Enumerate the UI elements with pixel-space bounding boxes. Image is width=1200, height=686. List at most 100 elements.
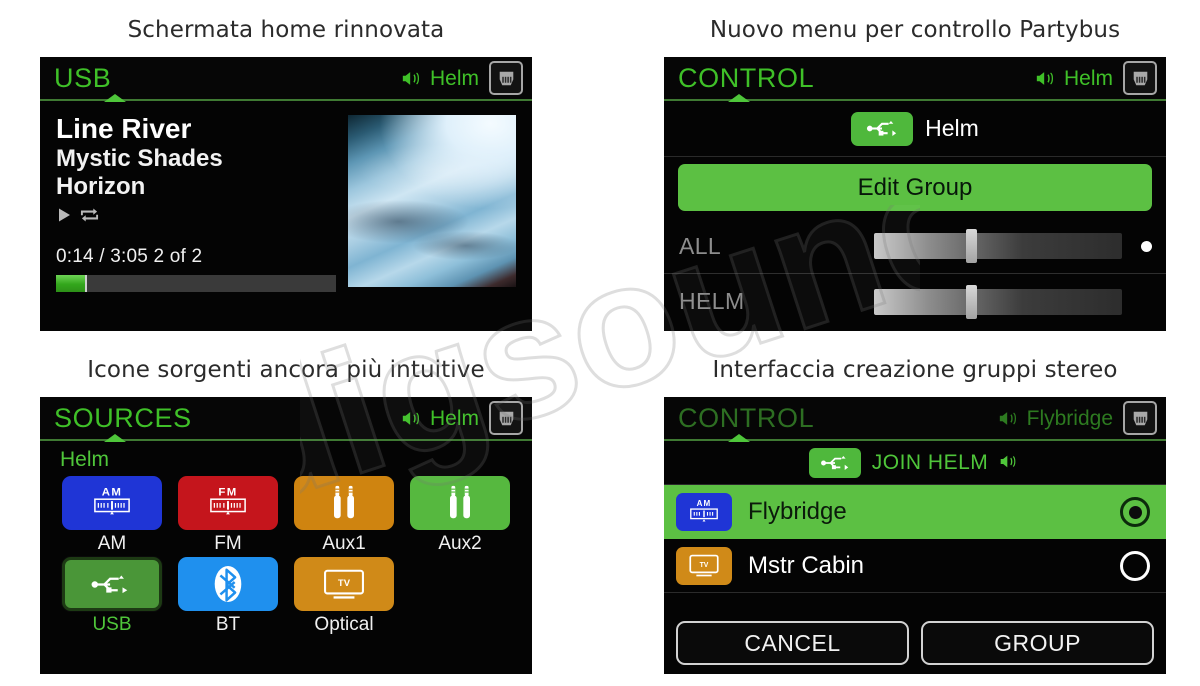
speaker-icon — [401, 70, 423, 87]
svg-text:AM: AM — [102, 486, 123, 498]
speaker-icon — [998, 410, 1020, 427]
aux-jack-icon — [294, 476, 394, 530]
radio-button-selected[interactable] — [1120, 497, 1150, 527]
source-label-fm: FM — [214, 533, 242, 554]
sources-header-bar: SOURCES Helm — [40, 397, 532, 442]
sources-grid: AM AM FM FM Aux1 Aux2 USB ® BT TV Optica… — [40, 476, 532, 636]
edit-group-wrap: Edit Group — [664, 157, 1166, 219]
aux-jack-icon — [410, 476, 510, 530]
sources-body: Helm AM AM FM FM Aux1 Aux2 USB ® BT TV O… — [40, 441, 532, 672]
cancel-button[interactable]: CANCEL — [676, 621, 909, 665]
album-artwork — [348, 115, 516, 287]
now-playing-body: Line River Mystic Shades Horizon 0:14 / … — [40, 101, 532, 331]
control-header-title: CONTROL — [678, 62, 815, 93]
svg-text:TV: TV — [338, 578, 351, 589]
join-helm-row[interactable]: JOIN HELM — [664, 441, 1166, 485]
rj45-icon[interactable] — [489, 61, 523, 95]
usb-header-bar: USB Helm — [40, 57, 532, 102]
source-label-usb: USB — [92, 614, 132, 635]
volume-slider-handle[interactable] — [965, 284, 977, 319]
volume-slider-helm[interactable] — [874, 284, 1122, 319]
join-helm-label: JOIN HELM — [871, 450, 989, 474]
source-item-bt[interactable]: ® BT — [170, 557, 286, 636]
control-header-zone: Helm — [1063, 66, 1113, 90]
am-radio-icon: AM — [62, 476, 162, 530]
caption-top-right: Nuovo menu per controllo Partybus — [709, 17, 1121, 43]
control-body: Helm Edit Group ALL HELM — [664, 101, 1166, 329]
page-root: Schermata home rinnovata Nuovo menu per … — [0, 0, 1200, 686]
caption-bottom-right: Interfaccia creazione gruppi stereo — [712, 357, 1118, 383]
source-item-am[interactable]: AM AM — [54, 476, 170, 555]
control-header-right: Helm — [1035, 61, 1166, 95]
sources-header-zone: Helm — [429, 406, 479, 430]
track-album: Horizon — [56, 173, 146, 201]
stereo-group-screen: CONTROL Flybridge JOIN HELM AM Flybridge… — [664, 397, 1166, 674]
group-zone-label: Flybridge — [748, 498, 847, 525]
source-label-aux1: Aux1 — [322, 533, 366, 554]
radio-dot — [1128, 505, 1142, 519]
header-caret-indicator — [104, 434, 126, 442]
rj45-icon[interactable] — [489, 401, 523, 435]
group-header-zone: Flybridge — [1026, 406, 1113, 430]
svg-text:AM: AM — [697, 499, 712, 508]
play-icon — [56, 207, 72, 223]
sources-header-right: Helm — [401, 401, 532, 435]
am-radio-icon: AM — [676, 493, 732, 531]
group-header-bar: CONTROL Flybridge — [664, 397, 1166, 442]
source-label-bt: BT — [215, 614, 241, 635]
rj45-icon[interactable] — [1123, 401, 1157, 435]
source-item-fm[interactable]: FM FM — [170, 476, 286, 555]
fm-radio-icon: FM — [178, 476, 278, 530]
edit-group-button[interactable]: Edit Group — [678, 164, 1152, 211]
control-source-row[interactable]: Helm — [664, 101, 1166, 157]
svg-text:TV: TV — [700, 562, 709, 569]
volume-label-helm: HELM — [679, 288, 745, 314]
control-partybus-screen: CONTROL Helm Helm Edit Group ALL HELM — [664, 57, 1166, 331]
usb-now-playing-screen: USB Helm Line River Mystic Shades Horizo… — [40, 57, 532, 331]
group-header-right: Flybridge — [998, 401, 1166, 435]
tv-icon: TV — [676, 546, 732, 585]
control-source-label: Helm — [925, 115, 979, 141]
track-artist: Mystic Shades — [56, 145, 223, 173]
group-zone-label: Mstr Cabin — [748, 551, 865, 579]
source-item-usb[interactable]: USB — [54, 557, 170, 636]
caption-top-left: Schermata home rinnovata — [127, 17, 445, 43]
usb-header-zone: Helm — [429, 66, 479, 90]
group-actions: CANCEL GROUP — [664, 614, 1166, 672]
source-label-optical: Optical — [314, 614, 374, 635]
control-header-bar: CONTROL Helm — [664, 57, 1166, 102]
group-zone-flybridge[interactable]: AM Flybridge — [664, 485, 1166, 539]
header-caret-indicator — [728, 434, 750, 442]
now-playing-text: Line River Mystic Shades Horizon 0:14 / … — [56, 113, 340, 331]
source-label-aux2: Aux2 — [438, 533, 482, 554]
sources-zone-label: Helm — [60, 448, 110, 471]
progress-bar-fill — [56, 275, 87, 293]
group-body: JOIN HELM AM Flybridge TV Mstr Cabin CAN… — [664, 441, 1166, 672]
volume-slider-all[interactable] — [874, 229, 1122, 263]
caption-bottom-left: Icone sorgenti ancora più intuitive — [87, 357, 485, 383]
rj45-icon[interactable] — [1123, 61, 1157, 95]
svg-text:®: ® — [240, 569, 245, 576]
source-item-aux1[interactable]: Aux1 — [286, 476, 402, 555]
playback-status-icons — [56, 204, 340, 226]
sources-screen: SOURCES Helm Helm AM AM FM FM Aux1 Aux2 … — [40, 397, 532, 674]
scroll-position-dot — [1141, 240, 1152, 252]
usb-header-title: USB — [54, 62, 112, 93]
source-item-optical[interactable]: TV Optical — [286, 557, 402, 636]
source-item-aux2[interactable]: Aux2 — [402, 476, 518, 555]
usb-icon — [62, 557, 162, 611]
header-caret-indicator — [728, 94, 750, 102]
header-caret-indicator — [104, 94, 126, 102]
speaker-icon — [401, 410, 423, 427]
group-button[interactable]: GROUP — [921, 621, 1154, 665]
usb-icon — [851, 111, 914, 146]
playback-time: 0:14 / 3:05 2 of 2 — [56, 246, 203, 268]
group-header-title: CONTROL — [678, 402, 815, 433]
repeat-icon — [80, 207, 99, 223]
volume-slider-handle[interactable] — [965, 229, 977, 263]
radio-button-unselected[interactable] — [1120, 550, 1150, 581]
progress-bar[interactable] — [56, 275, 336, 293]
volume-row-helm: HELM — [664, 274, 1166, 329]
speaker-icon — [1035, 70, 1057, 87]
group-zone-mstr-cabin[interactable]: TV Mstr Cabin — [664, 539, 1166, 593]
